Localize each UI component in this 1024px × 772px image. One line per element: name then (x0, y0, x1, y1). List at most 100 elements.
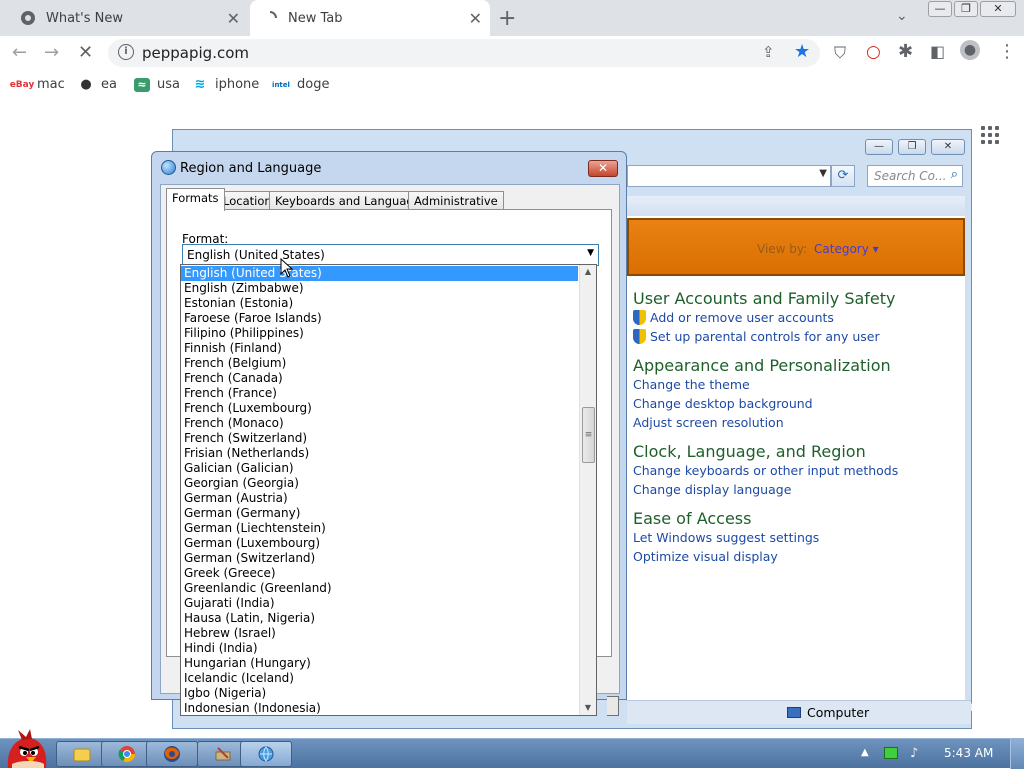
link-change-background[interactable]: Change desktop background (633, 396, 813, 411)
link-parental-controls[interactable]: Set up parental controls for any user (633, 329, 880, 344)
format-option[interactable]: Frisian (Netherlands) (181, 446, 578, 461)
side-panel-icon[interactable]: ◧ (930, 42, 945, 61)
format-option[interactable]: Gujarati (India) (181, 596, 578, 611)
menu-kebab-icon[interactable]: ⋮ (998, 41, 1016, 62)
ublock-icon[interactable]: ⛉ (834, 43, 846, 63)
format-option[interactable]: Galician (Galician) (181, 461, 578, 476)
view-by-dropdown[interactable]: Category ▾ (814, 242, 879, 256)
show-hidden-icons-icon[interactable]: ▲ (861, 747, 869, 758)
bookmark-usa[interactable]: ≈ usa (134, 77, 180, 92)
chevron-down-icon[interactable]: ▼ (819, 168, 827, 179)
cp-restore-button[interactable]: ❐ (898, 139, 926, 155)
url-text[interactable]: peppapig.com (142, 44, 249, 62)
section-heading-user-accounts[interactable]: User Accounts and Family Safety (633, 289, 896, 308)
chevron-down-icon[interactable]: ▼ (587, 248, 594, 258)
scroll-up-icon[interactable]: ▲ (580, 265, 596, 279)
format-option[interactable]: German (Switzerland) (181, 551, 578, 566)
dialog-close-button[interactable]: ✕ (588, 160, 618, 177)
format-option[interactable]: Filipino (Philippines) (181, 326, 578, 341)
format-option[interactable]: Indonesian (Indonesia) (181, 701, 578, 715)
link-screen-resolution[interactable]: Adjust screen resolution (633, 415, 784, 430)
close-tab-icon[interactable]: ✕ (469, 9, 482, 28)
section-heading-clock-region[interactable]: Clock, Language, and Region (633, 442, 866, 461)
address-bar[interactable]: i peppapig.com ⇪ ★ (108, 39, 820, 67)
link-display-language[interactable]: Change display language (633, 482, 791, 497)
tab-whats-new[interactable]: What's New ✕ (8, 0, 248, 36)
cp-search-input[interactable]: Search Co... ⌕ (867, 165, 963, 187)
bookmark-star-icon[interactable]: ★ (794, 41, 810, 62)
share-icon[interactable]: ⇪ (762, 43, 775, 61)
taskbar-region-language-button[interactable] (240, 741, 292, 767)
extensions-puzzle-icon[interactable]: ✱ (898, 41, 913, 62)
format-option[interactable]: French (Luxembourg) (181, 401, 578, 416)
link-change-keyboards[interactable]: Change keyboards or other input methods (633, 463, 898, 478)
link-suggest-settings[interactable]: Let Windows suggest settings (633, 530, 819, 545)
stop-loading-button[interactable]: ✕ (78, 42, 93, 63)
format-option[interactable]: English (Zimbabwe) (181, 281, 578, 296)
scrollbar-thumb[interactable]: ≡ (582, 407, 595, 463)
link-add-remove-accounts[interactable]: Add or remove user accounts (633, 310, 834, 325)
format-dropdown-list[interactable]: English (United States) English (Zimbabwe… (180, 264, 597, 716)
site-info-icon[interactable]: i (118, 44, 134, 60)
cp-address-bar[interactable]: ▼ (627, 165, 831, 187)
format-option[interactable]: German (Austria) (181, 491, 578, 506)
format-option[interactable]: German (Liechtenstein) (181, 521, 578, 536)
dialog-button-partial[interactable] (607, 696, 619, 716)
bookmark-iphone[interactable]: ≋ iphone (192, 77, 260, 92)
format-option[interactable]: English (United States) (181, 266, 578, 281)
tab-formats[interactable]: Formats (166, 188, 225, 211)
new-tab-button[interactable]: + (498, 6, 516, 31)
bookmark-doge[interactable]: intel doge (272, 77, 329, 92)
format-option[interactable]: German (Germany) (181, 506, 578, 521)
format-option[interactable]: Hindi (India) (181, 641, 578, 656)
close-window-button[interactable]: ✕ (980, 1, 1016, 17)
tab-administrative[interactable]: Administrative (408, 191, 504, 210)
cp-minimize-button[interactable]: — (865, 139, 893, 155)
section-heading-appearance[interactable]: Appearance and Personalization (633, 356, 891, 375)
profile-avatar-icon[interactable]: ● (960, 40, 980, 60)
format-option[interactable]: Igbo (Nigeria) (181, 686, 578, 701)
link-optimize-display[interactable]: Optimize visual display (633, 549, 778, 564)
apps-grid-icon[interactable] (981, 126, 999, 144)
format-option[interactable]: French (Switzerland) (181, 431, 578, 446)
section-heading-ease-of-access[interactable]: Ease of Access (633, 509, 751, 528)
volume-icon[interactable]: ♪ (910, 746, 918, 761)
format-option[interactable]: Greek (Greece) (181, 566, 578, 581)
bookmark-ea[interactable]: ● ea (78, 77, 117, 92)
close-tab-icon[interactable]: ✕ (227, 9, 240, 28)
format-option[interactable]: Greenlandic (Greenland) (181, 581, 578, 596)
tab-search-icon[interactable]: ⌄ (896, 8, 908, 24)
format-option[interactable]: Hausa (Latin, Nigeria) (181, 611, 578, 626)
back-button[interactable]: ← (12, 42, 27, 63)
forward-button[interactable]: → (44, 42, 59, 63)
format-option[interactable]: Hebrew (Israel) (181, 626, 578, 641)
format-option[interactable]: French (Canada) (181, 371, 578, 386)
search-icon[interactable]: ⌕ (951, 167, 958, 182)
network-icon[interactable] (884, 747, 898, 759)
show-desktop-button[interactable] (1010, 739, 1024, 769)
scroll-down-icon[interactable]: ▼ (580, 701, 596, 715)
start-button-angry-bird-icon[interactable] (2, 728, 50, 768)
format-option[interactable]: Icelandic (Iceland) (181, 671, 578, 686)
tab-new-tab[interactable]: New Tab ✕ (250, 0, 490, 36)
refresh-icon[interactable]: ⟳ (831, 165, 855, 187)
minimize-button[interactable]: — (928, 1, 952, 17)
taskbar-firefox-button[interactable] (146, 741, 198, 767)
format-option[interactable]: Estonian (Estonia) (181, 296, 578, 311)
format-option[interactable]: Faroese (Faroe Islands) (181, 311, 578, 326)
dropdown-scrollbar[interactable]: ▲ ≡ ▼ (579, 265, 596, 715)
restore-button[interactable]: ❐ (954, 1, 978, 17)
format-option[interactable]: German (Luxembourg) (181, 536, 578, 551)
format-option[interactable]: French (Belgium) (181, 356, 578, 371)
bookmark-mac[interactable]: eBay mac (10, 77, 65, 92)
taskbar-clock[interactable]: 5:43 AM (944, 746, 993, 760)
format-option[interactable]: Hungarian (Hungary) (181, 656, 578, 671)
format-option[interactable]: Georgian (Georgia) (181, 476, 578, 491)
format-option[interactable]: French (France) (181, 386, 578, 401)
opera-extension-icon[interactable]: ○ (866, 42, 881, 62)
format-option[interactable]: Finnish (Finland) (181, 341, 578, 356)
cp-close-button[interactable]: ✕ (931, 139, 965, 155)
format-combobox[interactable]: English (United States) ▼ (182, 244, 599, 266)
format-option[interactable]: French (Monaco) (181, 416, 578, 431)
link-change-theme[interactable]: Change the theme (633, 377, 750, 392)
